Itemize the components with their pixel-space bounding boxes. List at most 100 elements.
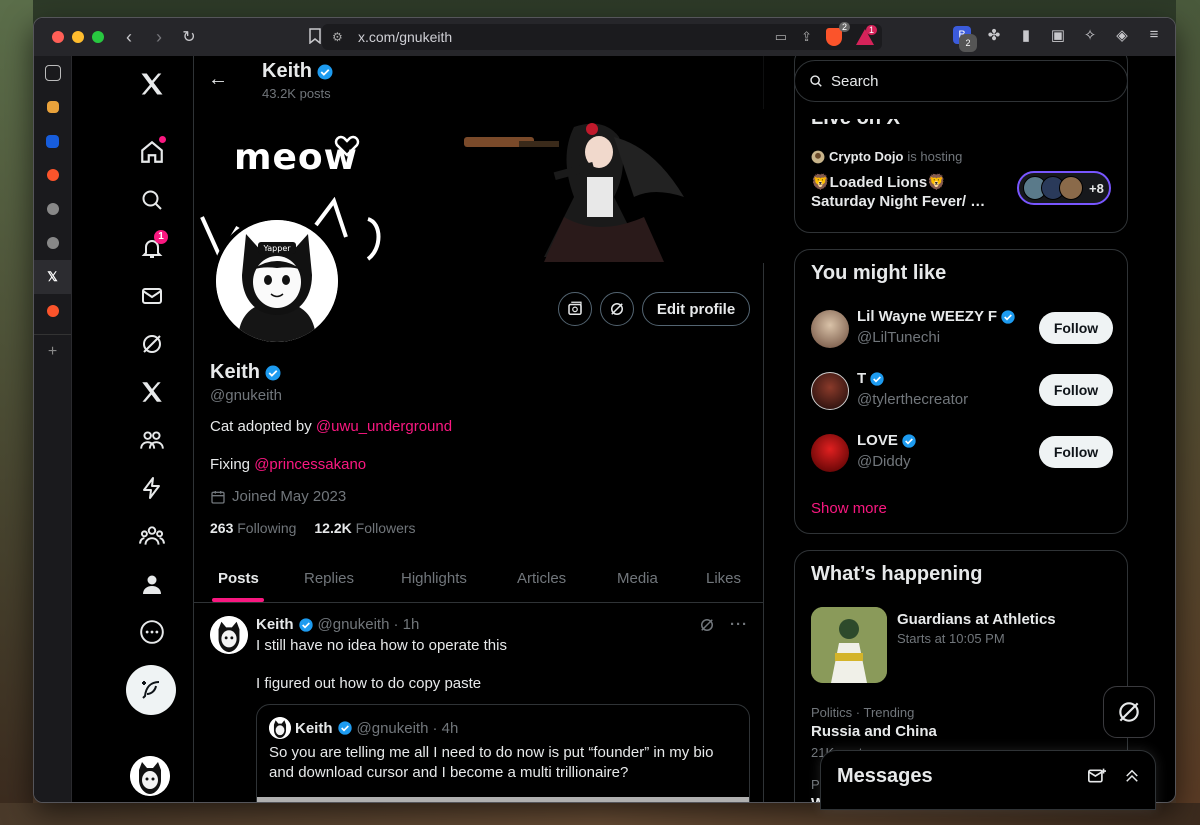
tab-likes[interactable]: Likes <box>706 570 741 587</box>
show-more-link[interactable]: Show more <box>811 500 887 517</box>
tab-media[interactable]: Media <box>617 570 658 587</box>
quoted-post[interactable]: Keith @gnukeith · 4h So you are telling … <box>256 704 750 802</box>
post-avatar[interactable] <box>210 616 248 654</box>
trend-name[interactable]: Russia and China <box>811 723 937 740</box>
address-bar[interactable]: ⚙ x.com/gnukeith ▭ ⇪ 2 1 <box>322 22 882 50</box>
expand-chevron-icon[interactable] <box>1123 767 1141 785</box>
tab-favicon-brave[interactable] <box>34 158 71 192</box>
brave-rewards-icon[interactable]: 1 <box>856 25 877 45</box>
profile-tabs: Posts Replies Highlights Articles Media … <box>194 556 764 603</box>
follow-button[interactable]: Follow <box>1039 312 1113 344</box>
wallet-extension-icon[interactable]: B2 <box>953 26 977 52</box>
edit-profile-button[interactable]: Edit profile <box>642 292 750 326</box>
sidebar-toggle-icon[interactable]: ▮ <box>1017 26 1035 44</box>
suggested-account-avatar[interactable] <box>811 372 849 410</box>
search-icon[interactable] <box>128 176 176 224</box>
tab-replies[interactable]: Replies <box>304 570 354 587</box>
event-thumbnail[interactable] <box>811 607 887 683</box>
tab-highlights[interactable]: Highlights <box>401 570 467 587</box>
home-icon[interactable] <box>128 128 176 176</box>
suggested-account-name[interactable]: Lil Wayne WEEZY F <box>857 308 1016 325</box>
bio-mention-link[interactable]: @princessakano <box>254 456 366 473</box>
live-listeners[interactable]: +8 <box>1017 171 1111 205</box>
tab-posts[interactable]: Posts <box>218 570 259 587</box>
primary-nav: 1 <box>72 56 194 802</box>
feather-icon <box>142 681 160 699</box>
profile-icon[interactable] <box>128 560 176 608</box>
event-title[interactable]: Guardians at Athletics <box>897 611 1056 628</box>
search-input[interactable]: Search <box>794 60 1128 102</box>
yapper-hat-text: Yapper <box>262 244 291 253</box>
who-to-follow-title: You might like <box>811 262 947 284</box>
leo-ai-icon[interactable]: ✧ <box>1081 26 1099 44</box>
view-media-button[interactable] <box>558 292 592 326</box>
follow-button[interactable]: Follow <box>1039 436 1113 468</box>
suggested-account-avatar[interactable] <box>811 434 849 472</box>
suggested-account-name[interactable]: LOVE <box>857 432 917 449</box>
followers-link[interactable]: 12.2K Followers <box>314 520 415 536</box>
extensions-icon[interactable]: ✤ <box>985 26 1003 44</box>
grok-floating-button[interactable] <box>1103 686 1155 738</box>
tab-favicon-1[interactable] <box>34 90 71 124</box>
share-icon[interactable]: ⇪ <box>801 29 812 45</box>
new-tab-button[interactable]: + <box>34 334 71 368</box>
close-window-button[interactable] <box>52 31 64 43</box>
bio-mention-link[interactable]: @uwu_underground <box>316 418 452 435</box>
quoted-post-avatar <box>269 717 291 739</box>
quoted-post-text: So you are telling me all I need to do n… <box>269 744 714 781</box>
tab-favicon-globe[interactable] <box>34 192 71 226</box>
x-logo-icon[interactable] <box>128 60 176 108</box>
tab-articles[interactable]: Articles <box>517 570 566 587</box>
live-space-title[interactable]: 🦁Loaded Lions🦁 Saturday Night Fever/ … <box>811 173 991 211</box>
more-options-icon[interactable]: ··· <box>730 616 748 634</box>
post-time[interactable]: · 1h <box>393 616 419 633</box>
more-icon[interactable] <box>128 608 176 656</box>
bio-text: Cat adopted by <box>210 418 316 435</box>
suggested-account[interactable]: LOVE @Diddy Follow <box>811 432 1113 476</box>
tab-favicon-x-active[interactable]: 𝕏 <box>34 260 71 294</box>
vpn-icon[interactable]: ◈ <box>1113 26 1131 44</box>
notifications-icon[interactable]: 1 <box>128 224 176 272</box>
suggested-account[interactable]: Lil Wayne WEEZY F @LilTunechi Follow <box>811 308 1113 352</box>
following-link[interactable]: 263 Following <box>210 520 296 536</box>
grok-analyze-button[interactable] <box>600 292 634 326</box>
back-arrow-icon[interactable]: ← <box>208 68 228 91</box>
minimize-window-button[interactable] <box>72 31 84 43</box>
zoom-window-button[interactable] <box>92 31 104 43</box>
compose-post-button[interactable] <box>126 665 176 715</box>
premium-x-icon[interactable] <box>128 368 176 416</box>
tab-favicon-brave-2[interactable] <box>34 294 71 328</box>
suggested-account-name[interactable]: T <box>857 370 885 387</box>
grok-explain-icon[interactable] <box>698 616 716 634</box>
back-nav-icon[interactable]: ‹ <box>120 27 138 48</box>
messages-drawer[interactable]: Messages <box>820 750 1156 810</box>
groups-icon[interactable] <box>128 512 176 560</box>
messages-icon[interactable] <box>128 272 176 320</box>
tab-favicon-bitwarden[interactable] <box>34 124 71 158</box>
post[interactable]: Keith @gnukeith · 1h ··· I still have no… <box>194 604 764 802</box>
cast-icon[interactable]: ▭ <box>775 29 787 45</box>
verified-badge-icon <box>902 433 916 448</box>
brave-shields-icon[interactable]: 2 <box>826 22 850 46</box>
quoted-post-media[interactable] <box>257 797 749 802</box>
reload-icon[interactable]: ↻ <box>180 27 198 47</box>
lightning-icon[interactable] <box>128 464 176 512</box>
tab-favicon-globe-2[interactable] <box>34 226 71 260</box>
menu-icon[interactable]: ≡ <box>1145 26 1163 44</box>
joined-date: Joined May 2023 <box>210 488 346 505</box>
new-message-icon[interactable] <box>1087 767 1107 785</box>
site-settings-icon[interactable]: ⚙ <box>332 30 343 44</box>
suggested-account[interactable]: T @tylerthecreator Follow <box>811 370 1113 414</box>
live-host-name[interactable]: Crypto Dojo <box>829 149 903 164</box>
post-author-handle[interactable]: @gnukeith <box>318 616 390 633</box>
follow-button[interactable]: Follow <box>1039 374 1113 406</box>
account-avatar[interactable] <box>130 756 170 796</box>
suggested-account-avatar[interactable] <box>811 310 849 348</box>
wallet-icon[interactable]: ▣ <box>1049 26 1067 44</box>
grok-icon[interactable] <box>128 320 176 368</box>
sidebar-panel-icon[interactable] <box>34 56 71 90</box>
post-author-name[interactable]: Keith <box>256 616 294 633</box>
profile-avatar[interactable]: Yapper <box>212 216 342 346</box>
forward-nav-icon[interactable]: › <box>150 27 168 48</box>
communities-icon[interactable] <box>128 416 176 464</box>
